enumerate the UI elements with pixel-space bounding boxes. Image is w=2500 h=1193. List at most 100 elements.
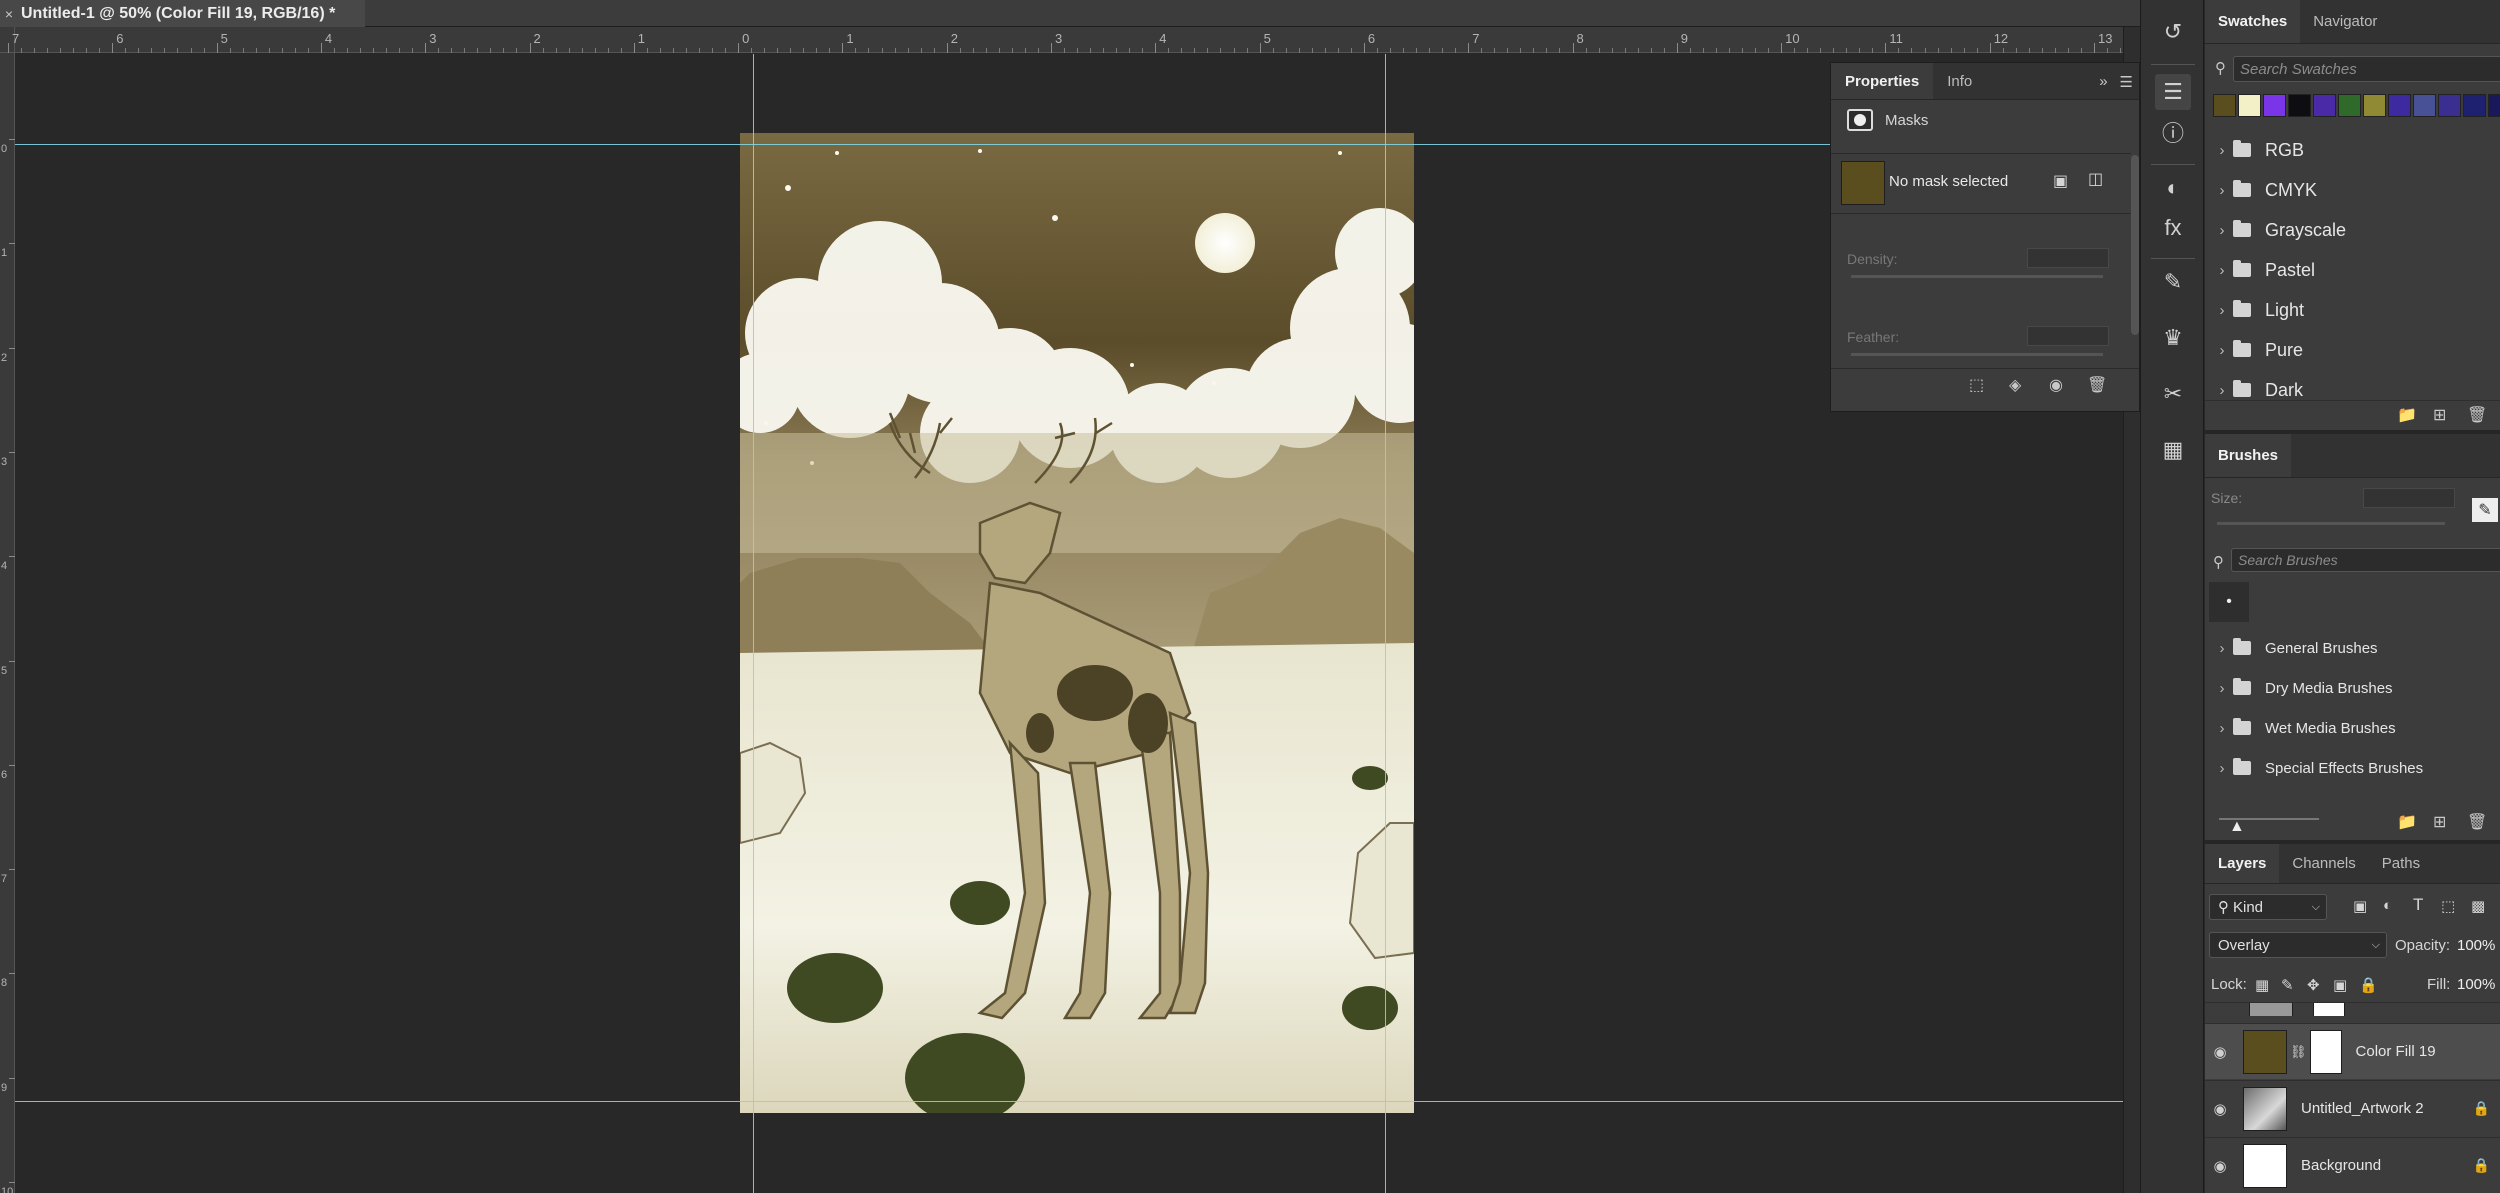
delete-mask-icon[interactable]: 🗑 — [2087, 375, 2107, 395]
info-icon[interactable]: ⓘ — [2155, 114, 2191, 150]
filter-pixel-icon[interactable]: ▣ — [2353, 897, 2367, 915]
folder-row[interactable]: › Special Effects Brushes — [2205, 748, 2500, 788]
density-field[interactable] — [2027, 248, 2109, 268]
lock-artboard-icon[interactable]: ▣ — [2333, 976, 2347, 994]
chevron-right-icon[interactable]: › — [2211, 302, 2233, 319]
color-swatch[interactable] — [2413, 94, 2436, 117]
color-swatch[interactable] — [2313, 94, 2336, 117]
layer-visibility-eye-icon[interactable]: ◉ — [2205, 1043, 2235, 1061]
folder-row[interactable]: › General Brushes — [2205, 628, 2500, 668]
color-swatch[interactable] — [2363, 94, 2386, 117]
artwork-canvas[interactable] — [740, 133, 1414, 1113]
brush-settings-icon[interactable]: ✎ — [2155, 264, 2191, 300]
tab-channels[interactable]: Channels — [2279, 844, 2368, 883]
color-swatch[interactable] — [2338, 94, 2361, 117]
brush-edit-icon[interactable]: ✎ — [2472, 498, 2498, 522]
layer-name[interactable]: Background — [2301, 1157, 2381, 1174]
feather-slider[interactable] — [1851, 353, 2103, 356]
folder-row[interactable]: › Dry Media Brushes — [2205, 668, 2500, 708]
delete-swatch-icon[interactable]: 🗑 — [2467, 405, 2487, 425]
clone-source-icon[interactable]: ♛ — [2155, 320, 2191, 356]
layer-kind-filter[interactable]: ⚲ Kind ⌵ — [2209, 894, 2327, 920]
new-brush-icon[interactable]: ⊞ — [2433, 812, 2446, 832]
chevron-right-icon[interactable]: › — [2211, 142, 2233, 159]
layer-name[interactable]: Color Fill 19 — [2356, 1043, 2436, 1060]
chevron-right-icon[interactable]: › — [2211, 382, 2233, 399]
folder-row[interactable]: › Wet Media Brushes — [2205, 708, 2500, 748]
tab-properties[interactable]: Properties — [1831, 63, 1934, 99]
add-vector-mask-icon[interactable]: ◫ — [2088, 169, 2103, 189]
color-swatch[interactable] — [2288, 94, 2311, 117]
guide-horizontal-bottom[interactable] — [15, 1101, 2123, 1102]
folder-row[interactable]: › Pastel — [2205, 250, 2500, 290]
lock-position-icon[interactable]: ✥ — [2307, 976, 2320, 994]
tab-swatches[interactable]: Swatches — [2205, 0, 2301, 43]
color-swatch[interactable] — [2463, 94, 2486, 117]
collapse-panel-icon[interactable]: » — [2099, 73, 2107, 90]
brush-size-field[interactable] — [2363, 488, 2455, 508]
chevron-right-icon[interactable]: › — [2211, 640, 2233, 657]
adjustments-icon[interactable]: ☰ — [2155, 74, 2191, 110]
layer-row-partial[interactable] — [2205, 1002, 2500, 1016]
lock-all-icon[interactable]: 🔒 — [2359, 976, 2378, 994]
color-swatch[interactable] — [2388, 94, 2411, 117]
delete-brush-icon[interactable]: 🗑 — [2467, 812, 2487, 832]
libraries-icon[interactable]: ▦ — [2155, 432, 2191, 468]
canvas-area[interactable] — [15, 54, 2123, 1193]
brush-size-slider[interactable] — [2217, 522, 2445, 525]
document-tab[interactable]: × Untitled-1 @ 50% (Color Fill 19, RGB/1… — [0, 0, 365, 27]
folder-row[interactable]: › CMYK — [2205, 170, 2500, 210]
new-swatch-icon[interactable]: ⊞ — [2433, 405, 2446, 425]
vertical-ruler[interactable]: 0 1 2 3 4 5 6 7 8 9 10 — [0, 53, 15, 1193]
tab-paths[interactable]: Paths — [2369, 844, 2433, 883]
chevron-right-icon[interactable]: › — [2211, 342, 2233, 359]
tab-brushes[interactable]: Brushes — [2205, 434, 2292, 477]
properties-scrollbar[interactable] — [2131, 155, 2139, 335]
fill-value[interactable]: 100% — [2457, 976, 2495, 993]
new-brush-group-icon[interactable]: 📁 — [2397, 812, 2417, 832]
folder-row[interactable]: › Pure — [2205, 330, 2500, 370]
chevron-right-icon[interactable]: › — [2211, 262, 2233, 279]
panel-menu-icon[interactable]: ☰ — [2120, 73, 2133, 91]
density-slider[interactable] — [1851, 275, 2103, 278]
styles-fx-icon[interactable]: fx — [2155, 210, 2191, 246]
layer-row-color-fill[interactable]: ◉ ⛓ Color Fill 19 — [2205, 1023, 2500, 1079]
layer-mask-thumbnail[interactable] — [2309, 1029, 2342, 1074]
apply-mask-icon[interactable]: ◈ — [2009, 375, 2021, 395]
filter-shape-icon[interactable]: ⬚ — [2441, 897, 2455, 915]
layer-row-background[interactable]: ◉ Background 🔒 — [2205, 1137, 2500, 1193]
swatches-search-input[interactable]: Search Swatches — [2233, 56, 2500, 82]
chevron-right-icon[interactable]: › — [2211, 680, 2233, 697]
brushes-search-input[interactable]: Search Brushes — [2231, 548, 2500, 572]
folder-row[interactable]: › Grayscale — [2205, 210, 2500, 250]
chevron-right-icon[interactable]: › — [2211, 222, 2233, 239]
tool-presets-icon[interactable]: ✂ — [2155, 376, 2191, 412]
recent-brush-preview[interactable]: • — [2209, 582, 2249, 622]
guide-vertical-left[interactable] — [753, 54, 754, 1193]
layer-visibility-eye-icon[interactable]: ◉ — [2205, 1157, 2235, 1175]
tab-navigator[interactable]: Navigator — [2300, 0, 2390, 43]
color-swatch[interactable] — [2438, 94, 2461, 117]
folder-row[interactable]: › Light — [2205, 290, 2500, 330]
blend-mode-select[interactable]: Overlay ⌵ — [2209, 932, 2387, 958]
link-icon[interactable]: ⛓ — [2290, 1044, 2307, 1060]
filter-adjustment-icon[interactable]: ◐ — [2383, 897, 2392, 914]
brush-preview-thumb[interactable]: ▲ — [2229, 818, 2245, 836]
layer-name[interactable]: Untitled_Artwork 2 — [2301, 1100, 2424, 1117]
feather-field[interactable] — [2027, 326, 2109, 346]
visibility-eye-icon[interactable]: ◉ — [2049, 375, 2063, 395]
guide-vertical-right[interactable] — [1385, 54, 1386, 1193]
lock-pixels-icon[interactable]: ✎ — [2281, 976, 2294, 994]
color-swatch[interactable] — [2263, 94, 2286, 117]
color-icon[interactable]: ◐ — [2155, 170, 2191, 206]
history-icon[interactable]: ↺ — [2155, 14, 2191, 50]
layer-row-artwork[interactable]: ◉ Untitled_Artwork 2 🔒 — [2205, 1080, 2500, 1136]
horizontal-ruler[interactable]: 7 6 5 4 3 2 1 0 1 2 3 4 5 6 7 8 9 10 11 12 13 — [8, 27, 2187, 53]
select-mask-icon[interactable]: ⬚ — [1969, 375, 1984, 395]
lock-transparent-icon[interactable]: ▦ — [2255, 976, 2269, 994]
chevron-right-icon[interactable]: › — [2211, 182, 2233, 199]
new-swatch-group-icon[interactable]: 📁 — [2397, 405, 2417, 425]
color-swatch[interactable] — [2213, 94, 2236, 117]
folder-row[interactable]: › RGB — [2205, 130, 2500, 170]
chevron-right-icon[interactable]: › — [2211, 720, 2233, 737]
